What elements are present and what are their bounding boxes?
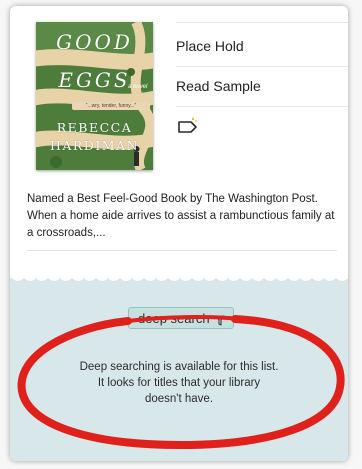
cover-novel-label: a novel (128, 84, 148, 90)
tag-icon[interactable] (176, 116, 200, 136)
cover-title-line1: GOOD (56, 30, 133, 54)
cover-blurb: “...wry, tender, funny...” (72, 102, 150, 110)
deep-search-chip[interactable]: deep search (128, 307, 234, 329)
deep-search-message: Deep searching is available for this lis… (54, 359, 304, 407)
deep-search-label: deep search (138, 311, 210, 326)
description-divider (27, 250, 337, 251)
cover-author-line2: HARDIMAN (49, 138, 140, 153)
scalloped-edge (10, 275, 348, 281)
title-detail-card: GOOD EGGS a novel “...wry, tender, funny… (10, 6, 348, 461)
filter-icon (215, 313, 225, 331)
screenshot-frame: GOOD EGGS a novel “...wry, tender, funny… (0, 0, 362, 469)
deep-search-panel: deep search Deep searching is available … (10, 275, 348, 461)
book-description: Named a Best Feel-Good Book by The Washi… (27, 193, 335, 239)
action-divider (176, 66, 348, 67)
place-hold-button[interactable]: Place Hold (176, 38, 336, 54)
deep-search-message-line2: It looks for titles that your library (97, 377, 261, 389)
cover-author-line1: REBECCA (56, 120, 133, 135)
action-divider (176, 106, 348, 107)
book-cover[interactable]: GOOD EGGS a novel “...wry, tender, funny… (36, 22, 153, 170)
deep-search-message-line1: Deep searching is available for this lis… (79, 361, 279, 373)
action-divider (176, 22, 348, 23)
read-sample-button[interactable]: Read Sample (176, 78, 336, 94)
deep-search-message-line3: doesn't have. (144, 393, 214, 405)
